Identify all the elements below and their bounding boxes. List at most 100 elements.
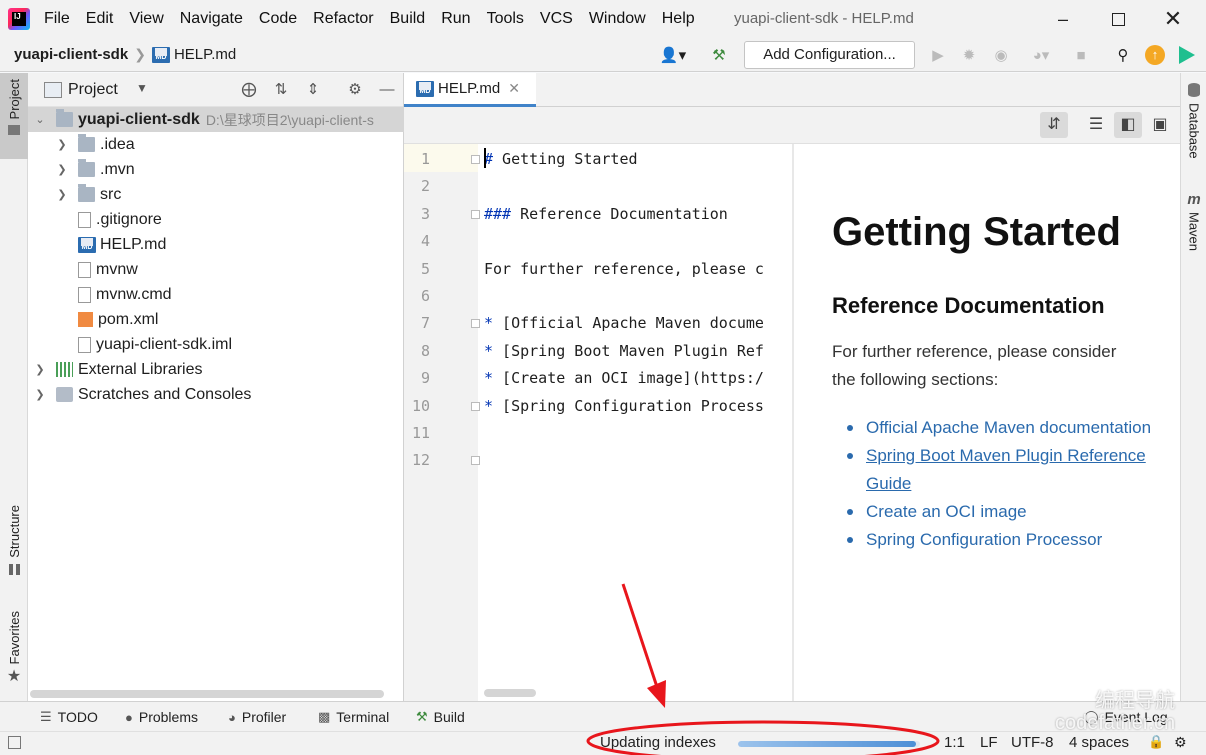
chevron-down-icon[interactable]: ▼ (136, 81, 148, 95)
code-line[interactable]: 6 (404, 283, 792, 310)
breadcrumb-project[interactable]: yuapi-client-sdk (14, 46, 128, 63)
search-icon[interactable]: ⚲ (1112, 44, 1134, 66)
code-line[interactable]: 1 # Getting Started (404, 146, 792, 173)
maximize-icon[interactable] (1095, 0, 1141, 38)
lock-icon[interactable]: 🔒 (1148, 734, 1164, 750)
preview-link[interactable]: Official Apache Maven documentation (832, 414, 1162, 442)
menu-run[interactable]: Run (441, 10, 470, 28)
tree-item[interactable]: mvnw (28, 257, 404, 282)
preview-link[interactable]: Spring Configuration Processor (832, 526, 1162, 554)
tree-item[interactable]: ❯ .idea (28, 132, 404, 157)
fold-marker-icon[interactable] (471, 319, 480, 329)
profiler-tool-button[interactable]: ◕ Profiler (228, 709, 286, 725)
tree-item[interactable]: pom.xml (28, 307, 404, 332)
menu-code[interactable]: Code (259, 10, 297, 28)
stop-icon[interactable]: ■ (1070, 44, 1092, 66)
build-hammer-icon[interactable]: ⚒ (708, 44, 730, 66)
code-line[interactable]: 8 * [Spring Boot Maven Plugin Ref (404, 338, 792, 365)
tree-item[interactable]: ⌄ yuapi-client-sdk D:\星球项目2\yuapi-client-s (28, 107, 404, 132)
chevron-right-icon[interactable]: ❯ (56, 188, 68, 201)
expand-all-icon[interactable]: ⇅ (272, 81, 290, 99)
run-icon[interactable]: ▶ (927, 44, 949, 66)
menu-help[interactable]: Help (662, 10, 695, 28)
minimize-icon[interactable]: – (1040, 0, 1086, 38)
code-line[interactable]: 3 ### Reference Documentation (404, 201, 792, 228)
chevron-right-icon[interactable]: ❯ (34, 363, 46, 376)
split-view-icon[interactable]: ◧ (1114, 112, 1142, 138)
code-line[interactable]: 5 For further reference, please c (404, 256, 792, 283)
chevron-right-icon[interactable]: ❯ (56, 138, 68, 151)
tree-item[interactable]: ❯ src (28, 182, 404, 207)
fold-marker-icon[interactable] (471, 401, 480, 411)
todo-tool-button[interactable]: ☰ TODO (40, 709, 98, 725)
project-panel-title[interactable]: Project (68, 81, 118, 99)
close-icon[interactable]: ✕ (508, 80, 520, 97)
build-tool-button[interactable]: ⚒ Build (416, 709, 465, 725)
menu-file[interactable]: File (44, 10, 70, 28)
menu-vcs[interactable]: VCS (540, 10, 573, 28)
tree-item[interactable]: mvnw.cmd (28, 282, 404, 307)
structure-tool-tab[interactable]: Structure (0, 505, 28, 575)
code-line[interactable]: 10 * [Spring Configuration Process (404, 393, 792, 420)
locate-icon[interactable]: ⨁ (240, 81, 258, 99)
file-encoding[interactable]: UTF-8 (1011, 734, 1054, 751)
editor-only-icon[interactable]: ☰ (1082, 112, 1110, 138)
code-editor[interactable]: 1 # Getting Started 2 3 ### Reference Docume… (404, 144, 792, 701)
tree-item[interactable]: yuapi-client-sdk.iml (28, 332, 404, 357)
profile-icon[interactable]: ◕▾ (1022, 44, 1060, 66)
database-tool-tab[interactable]: Database (1181, 83, 1206, 159)
preview-link[interactable]: Spring Boot Maven Plugin Reference Guide (832, 442, 1162, 498)
update-icon[interactable]: ↑ (1144, 44, 1166, 66)
menu-build[interactable]: Build (390, 10, 426, 28)
project-tool-tab[interactable]: Project (0, 73, 28, 159)
add-configuration-button[interactable]: Add Configuration... (744, 41, 915, 69)
menu-tools[interactable]: Tools (487, 10, 524, 28)
tree-item[interactable]: ❯ Scratches and Consoles (28, 382, 404, 407)
code-with-me-icon[interactable] (1176, 44, 1198, 66)
fold-marker-icon[interactable] (471, 209, 480, 219)
indent-setting[interactable]: 4 spaces (1069, 734, 1129, 751)
code-line[interactable]: 4 (404, 228, 792, 255)
gear-icon[interactable]: ⚙ (346, 81, 364, 99)
close-window-icon[interactable]: ✕ (1150, 0, 1196, 38)
debug-icon[interactable]: ✹ (958, 44, 980, 66)
chevron-right-icon[interactable]: ❯ (56, 163, 68, 176)
menu-refactor[interactable]: Refactor (313, 10, 373, 28)
tree-item[interactable]: MD HELP.md (28, 232, 404, 257)
collapse-all-icon[interactable]: ⇕ (304, 81, 322, 99)
terminal-tool-button[interactable]: ▩ Terminal (318, 709, 389, 725)
menu-view[interactable]: View (129, 10, 163, 28)
code-line[interactable]: 9 * [Create an OCI image](https:/ (404, 365, 792, 392)
user-account-icon[interactable]: 👤▾ (656, 44, 690, 66)
horizontal-scrollbar[interactable] (484, 689, 536, 697)
coverage-icon[interactable]: ◉ (990, 44, 1012, 66)
tab-help-md[interactable]: MD HELP.md ✕ (404, 73, 536, 107)
favorites-tool-tab[interactable]: Favorites ★ (0, 611, 28, 686)
fold-marker-icon[interactable] (471, 456, 480, 466)
maven-tool-tab[interactable]: m Maven (1181, 191, 1206, 251)
menu-edit[interactable]: Edit (86, 10, 114, 28)
tree-item[interactable]: ❯ .mvn (28, 157, 404, 182)
breadcrumb-file[interactable]: HELP.md (174, 46, 236, 63)
caret-position[interactable]: 1:1 (944, 734, 965, 751)
sync-scroll-icon[interactable]: ⇵ (1040, 112, 1068, 138)
indexing-status[interactable]: Updating indexes (600, 734, 716, 751)
line-separator[interactable]: LF (980, 734, 998, 751)
chevron-down-icon[interactable]: ⌄ (34, 113, 46, 126)
chevron-right-icon[interactable]: ❯ (34, 388, 46, 401)
hide-panel-icon[interactable]: — (378, 81, 396, 99)
tree-item[interactable]: .gitignore (28, 207, 404, 232)
fold-marker-icon[interactable] (471, 155, 480, 164)
tree-item[interactable]: ❯ External Libraries (28, 357, 404, 382)
menu-navigate[interactable]: Navigate (180, 10, 243, 28)
inspection-icon[interactable]: ⚙ (1174, 734, 1187, 751)
code-line[interactable]: 11 (404, 420, 792, 447)
toggle-tool-windows-icon[interactable] (8, 736, 21, 749)
menu-window[interactable]: Window (589, 10, 646, 28)
horizontal-scrollbar[interactable] (30, 690, 384, 698)
code-line[interactable]: 12 (404, 447, 792, 474)
code-line[interactable]: 2 (404, 173, 792, 200)
preview-only-icon[interactable]: ▣ (1146, 112, 1174, 138)
preview-link[interactable]: Create an OCI image (832, 498, 1162, 526)
code-line[interactable]: 7 * [Official Apache Maven docume (404, 310, 792, 337)
